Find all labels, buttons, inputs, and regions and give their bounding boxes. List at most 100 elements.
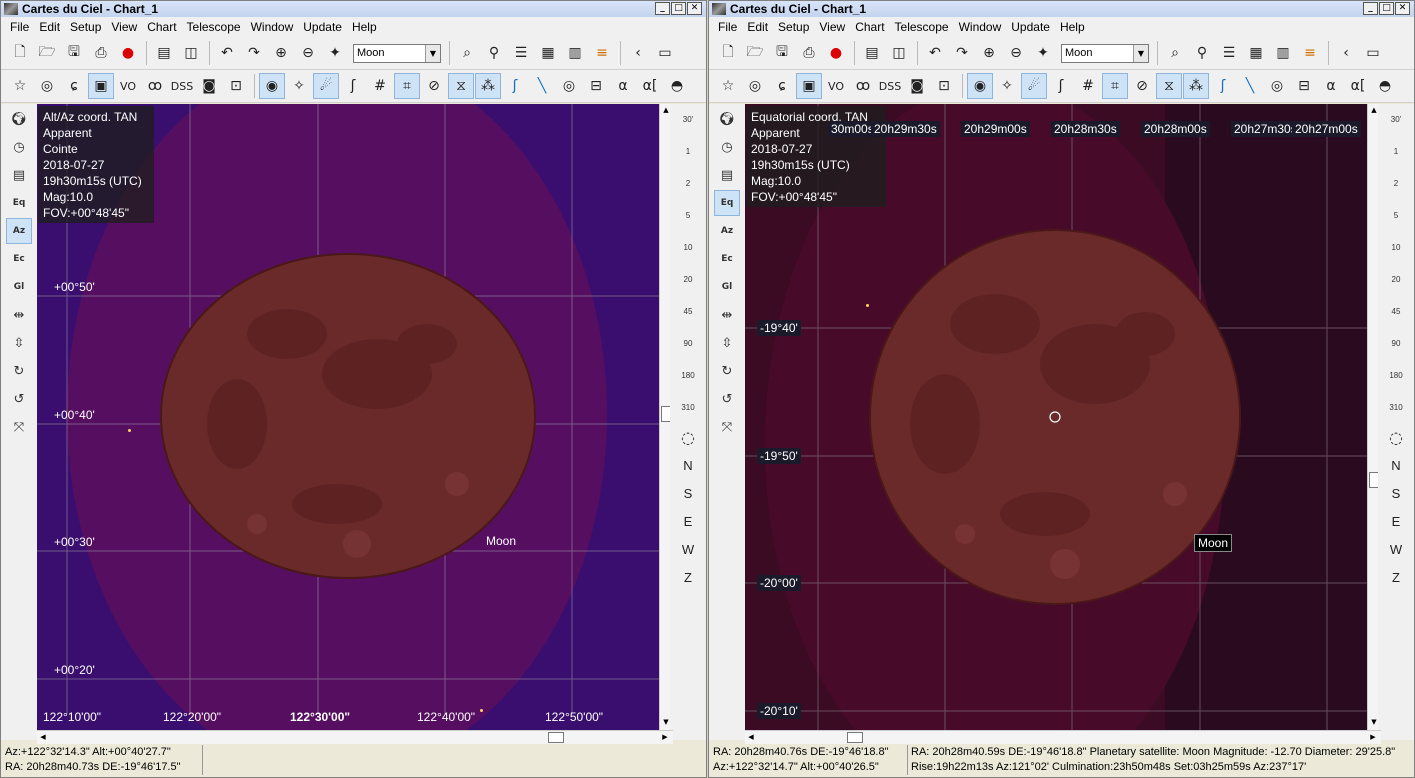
flip-vertical-icon[interactable]: ⇳ — [6, 330, 32, 356]
search-icon[interactable]: ⌕ — [454, 40, 480, 66]
view-north-button[interactable]: N — [1378, 452, 1414, 480]
fov-45[interactable]: 45 — [1378, 296, 1414, 328]
menu-setup[interactable]: Setup — [65, 20, 106, 34]
constellation-icon[interactable]: ⧖ — [448, 73, 474, 99]
zoom-in-icon[interactable]: ⊕ — [268, 40, 294, 66]
zoom-in-icon[interactable]: ⊕ — [976, 40, 1002, 66]
grid-eq-button[interactable]: Eq — [6, 190, 32, 216]
panel-icon[interactable]: ▤ — [6, 162, 32, 188]
menu-help[interactable]: Help — [347, 20, 382, 34]
ecliptic-icon[interactable]: ╲ — [529, 73, 555, 99]
scroll-left-icon[interactable]: ◀ — [745, 731, 757, 743]
grid-icon[interactable]: # — [1075, 73, 1101, 99]
fov-30min[interactable]: 30' — [1378, 104, 1414, 136]
full-sky-icon[interactable]: ◌ — [670, 424, 706, 452]
camera-icon[interactable]: ◙ — [196, 73, 222, 99]
location-icon[interactable]: ⚲ — [1189, 40, 1215, 66]
milky-way-icon[interactable]: ʃ — [340, 73, 366, 99]
compass-icon[interactable]: ⊘ — [1129, 73, 1155, 99]
fov-45[interactable]: 45 — [670, 296, 706, 328]
fov-5[interactable]: 5 — [670, 200, 706, 232]
fov-180[interactable]: 180 — [670, 360, 706, 392]
menu-edit[interactable]: Edit — [742, 20, 773, 34]
grid-gl-button[interactable]: Gl — [6, 274, 32, 300]
star[interactable] — [480, 709, 483, 712]
object-select[interactable]: Moon ▼ — [353, 43, 441, 63]
split-icon[interactable]: ◫ — [886, 40, 912, 66]
fov-10[interactable]: 10 — [1378, 232, 1414, 264]
view-south-button[interactable]: S — [670, 480, 706, 508]
sky-chart-equatorial[interactable]: Equatorial coord. TAN Apparent 2018-07-2… — [745, 104, 1367, 730]
flip-horizontal-icon[interactable]: ⇹ — [6, 302, 32, 328]
fov-180[interactable]: 180 — [1378, 360, 1414, 392]
maximize-button[interactable]: □ — [1379, 2, 1394, 15]
rotate-left-icon[interactable]: ↺ — [6, 386, 32, 412]
minimize-button[interactable]: _ — [655, 2, 670, 15]
comet-icon[interactable]: ☄ — [1021, 73, 1047, 99]
line-icon[interactable]: ʃ — [502, 73, 528, 99]
close-button[interactable]: ✕ — [1395, 2, 1410, 15]
menu-telescope[interactable]: Telescope — [890, 20, 954, 34]
new-chart-icon[interactable]: 🗋 — [715, 40, 741, 66]
grid-gl-button[interactable]: Gl — [714, 274, 740, 300]
telescope-icon[interactable]: ≡ — [1297, 40, 1323, 66]
calendar-icon[interactable]: ▦ — [1243, 40, 1269, 66]
galaxy-icon[interactable]: ɕ — [61, 73, 87, 99]
flip-horizontal-icon[interactable]: ⇹ — [714, 302, 740, 328]
grid-eq-button[interactable]: Eq — [714, 190, 740, 216]
collapse-icon[interactable]: ‹ — [625, 40, 651, 66]
fov-2[interactable]: 2 — [670, 168, 706, 200]
fov-20[interactable]: 20 — [670, 264, 706, 296]
fov-20[interactable]: 20 — [1378, 264, 1414, 296]
view-east-button[interactable]: E — [670, 508, 706, 536]
alt-az-grid-icon[interactable]: ⌗ — [394, 73, 420, 99]
menu-telescope[interactable]: Telescope — [182, 20, 246, 34]
full-sky-icon[interactable]: ◌ — [1378, 424, 1414, 452]
print-icon[interactable]: ⎙ — [88, 40, 114, 66]
star-filter-icon[interactable]: ☆ — [715, 73, 741, 99]
menu-update[interactable]: Update — [298, 20, 347, 34]
window-icon[interactable]: ▭ — [652, 40, 678, 66]
boundary-icon[interactable]: ⁂ — [1183, 73, 1209, 99]
calendar-grid-icon[interactable]: ▥ — [562, 40, 588, 66]
split-icon[interactable]: ◫ — [178, 40, 204, 66]
target-icon[interactable]: ◉ — [259, 73, 285, 99]
menu-setup[interactable]: Setup — [773, 20, 814, 34]
fov-2[interactable]: 2 — [1378, 168, 1414, 200]
collapse-icon[interactable]: ‹ — [1333, 40, 1359, 66]
ruler-icon[interactable]: ⊟ — [583, 73, 609, 99]
location-icon[interactable]: ⚲ — [481, 40, 507, 66]
scroll-thumb[interactable] — [847, 732, 863, 743]
star[interactable] — [128, 429, 131, 432]
horizontal-scrollbar[interactable]: ◀ ▶ — [745, 730, 1381, 744]
grid-ec-button[interactable]: Ec — [714, 246, 740, 272]
photo-icon[interactable]: ⊡ — [223, 73, 249, 99]
alpha-bracket-button[interactable]: α[ — [637, 73, 663, 99]
alpha-button[interactable]: α — [610, 73, 636, 99]
dss-button[interactable]: DSS — [877, 73, 903, 99]
menu-chart[interactable]: Chart — [142, 20, 181, 34]
camera-icon[interactable]: ◙ — [904, 73, 930, 99]
sky-chart-altaz[interactable]: Alt/Az coord. TAN Apparent Cointe 2018-0… — [37, 104, 659, 730]
ground-icon[interactable]: ◓ — [1372, 73, 1398, 99]
flip-vertical-icon[interactable]: ⇳ — [714, 330, 740, 356]
asteroid-icon[interactable]: ꝏ — [142, 73, 168, 99]
star[interactable] — [866, 304, 869, 307]
eq-grid-icon[interactable]: ⌗ — [1102, 73, 1128, 99]
marker-icon[interactable]: ● — [115, 40, 141, 66]
horizon-icon[interactable]: ◎ — [556, 73, 582, 99]
menu-window[interactable]: Window — [954, 20, 1007, 34]
dss-button[interactable]: DSS — [169, 73, 195, 99]
menu-chart[interactable]: Chart — [850, 20, 889, 34]
view-east-button[interactable]: E — [1378, 508, 1414, 536]
object-select[interactable]: Moon ▼ — [1061, 43, 1149, 63]
view-zenith-button[interactable]: Z — [670, 564, 706, 592]
stars-icon[interactable]: ✦ — [1030, 40, 1056, 66]
undo-icon[interactable]: ↶ — [214, 40, 240, 66]
view-west-button[interactable]: W — [1378, 536, 1414, 564]
layout-icon[interactable]: ▤ — [151, 40, 177, 66]
galaxy-icon[interactable]: ɕ — [769, 73, 795, 99]
nebula-icon[interactable]: ◎ — [742, 73, 768, 99]
menu-window[interactable]: Window — [246, 20, 299, 34]
line-icon[interactable]: ʃ — [1210, 73, 1236, 99]
